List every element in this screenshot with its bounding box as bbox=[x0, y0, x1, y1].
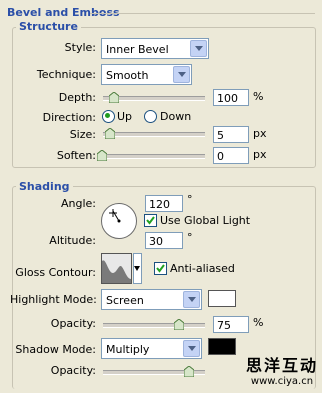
checkmark-icon bbox=[146, 216, 155, 225]
depth-input[interactable]: 100 bbox=[213, 89, 249, 106]
shadow-mode-value: Multiply bbox=[106, 343, 150, 356]
highlight-opacity-slider-thumb[interactable] bbox=[174, 319, 184, 330]
gloss-contour-label: Gloss Contour: bbox=[15, 266, 96, 279]
direction-down-radio[interactable] bbox=[144, 110, 157, 123]
chevron-down-icon bbox=[134, 266, 140, 271]
shadow-mode-label: Shadow Mode: bbox=[15, 343, 96, 356]
soften-unit: px bbox=[253, 148, 267, 161]
depth-unit: % bbox=[253, 90, 264, 103]
highlight-mode-value: Screen bbox=[106, 294, 144, 307]
checkmark-icon bbox=[156, 264, 165, 273]
style-value: Inner Bevel bbox=[106, 43, 169, 56]
shadow-opacity-label: Opacity: bbox=[50, 364, 96, 377]
depth-label: Depth: bbox=[58, 91, 96, 104]
highlight-opacity-input[interactable]: 75 bbox=[213, 316, 249, 333]
angle-dial[interactable] bbox=[100, 202, 138, 240]
size-slider-thumb[interactable] bbox=[105, 128, 115, 139]
style-label: Style: bbox=[64, 41, 96, 54]
soften-slider-thumb[interactable] bbox=[97, 150, 107, 161]
use-global-light-checkbox[interactable] bbox=[144, 214, 157, 227]
shadow-opacity-slider-thumb[interactable] bbox=[184, 366, 194, 377]
size-unit: px bbox=[253, 127, 267, 140]
style-select[interactable]: Inner Bevel bbox=[101, 38, 209, 59]
chevron-down-icon[interactable] bbox=[183, 291, 200, 308]
structure-legend: Structure bbox=[16, 20, 81, 33]
direction-label: Direction: bbox=[42, 111, 96, 124]
shadow-mode-select[interactable]: Multiply bbox=[101, 338, 202, 359]
angle-unit: ° bbox=[187, 193, 193, 206]
anti-aliased-checkbox[interactable] bbox=[154, 262, 167, 275]
angle-label: Angle: bbox=[60, 197, 96, 210]
technique-select[interactable]: Smooth bbox=[101, 64, 192, 85]
highlight-mode-label: Highlight Mode: bbox=[10, 293, 97, 306]
size-label: Size: bbox=[69, 128, 96, 141]
highlight-color-swatch[interactable] bbox=[208, 290, 236, 307]
anti-aliased-label[interactable]: Anti-aliased bbox=[170, 262, 235, 275]
altitude-input[interactable]: 30 bbox=[145, 232, 183, 249]
size-input[interactable]: 5 bbox=[213, 126, 249, 143]
direction-down-label[interactable]: Down bbox=[160, 110, 191, 123]
use-global-light-label[interactable]: Use Global Light bbox=[160, 214, 250, 227]
gloss-contour-preview[interactable] bbox=[101, 253, 132, 284]
panel-title-divider bbox=[90, 13, 315, 14]
direction-up-radio[interactable] bbox=[102, 110, 115, 123]
highlight-mode-select[interactable]: Screen bbox=[101, 289, 202, 310]
highlight-opacity-label: Opacity: bbox=[50, 317, 96, 330]
watermark-title: 思洋互动 bbox=[245, 356, 318, 375]
watermark: 思洋互动 www.ciya.cn bbox=[246, 352, 318, 387]
chevron-down-icon[interactable] bbox=[183, 340, 200, 357]
altitude-unit: ° bbox=[187, 231, 193, 244]
watermark-url: www.ciya.cn bbox=[250, 376, 314, 387]
highlight-opacity-unit: % bbox=[253, 316, 264, 329]
chevron-down-icon[interactable] bbox=[190, 40, 207, 57]
technique-value: Smooth bbox=[106, 69, 149, 82]
size-slider-track[interactable] bbox=[103, 132, 205, 137]
direction-up-label[interactable]: Up bbox=[117, 110, 132, 123]
soften-label: Soften: bbox=[56, 149, 96, 162]
shading-legend: Shading bbox=[16, 180, 73, 193]
soften-input[interactable]: 0 bbox=[213, 147, 249, 164]
soften-slider-track[interactable] bbox=[103, 154, 205, 159]
chevron-down-icon[interactable] bbox=[173, 66, 190, 83]
depth-slider-thumb[interactable] bbox=[109, 92, 119, 103]
gloss-contour-dropdown[interactable] bbox=[133, 253, 142, 284]
highlight-opacity-slider-track[interactable] bbox=[103, 323, 205, 328]
angle-input[interactable]: 120 bbox=[145, 195, 183, 212]
technique-label: Technique: bbox=[36, 68, 96, 81]
altitude-label: Altitude: bbox=[49, 234, 96, 247]
shadow-color-swatch[interactable] bbox=[208, 338, 236, 355]
